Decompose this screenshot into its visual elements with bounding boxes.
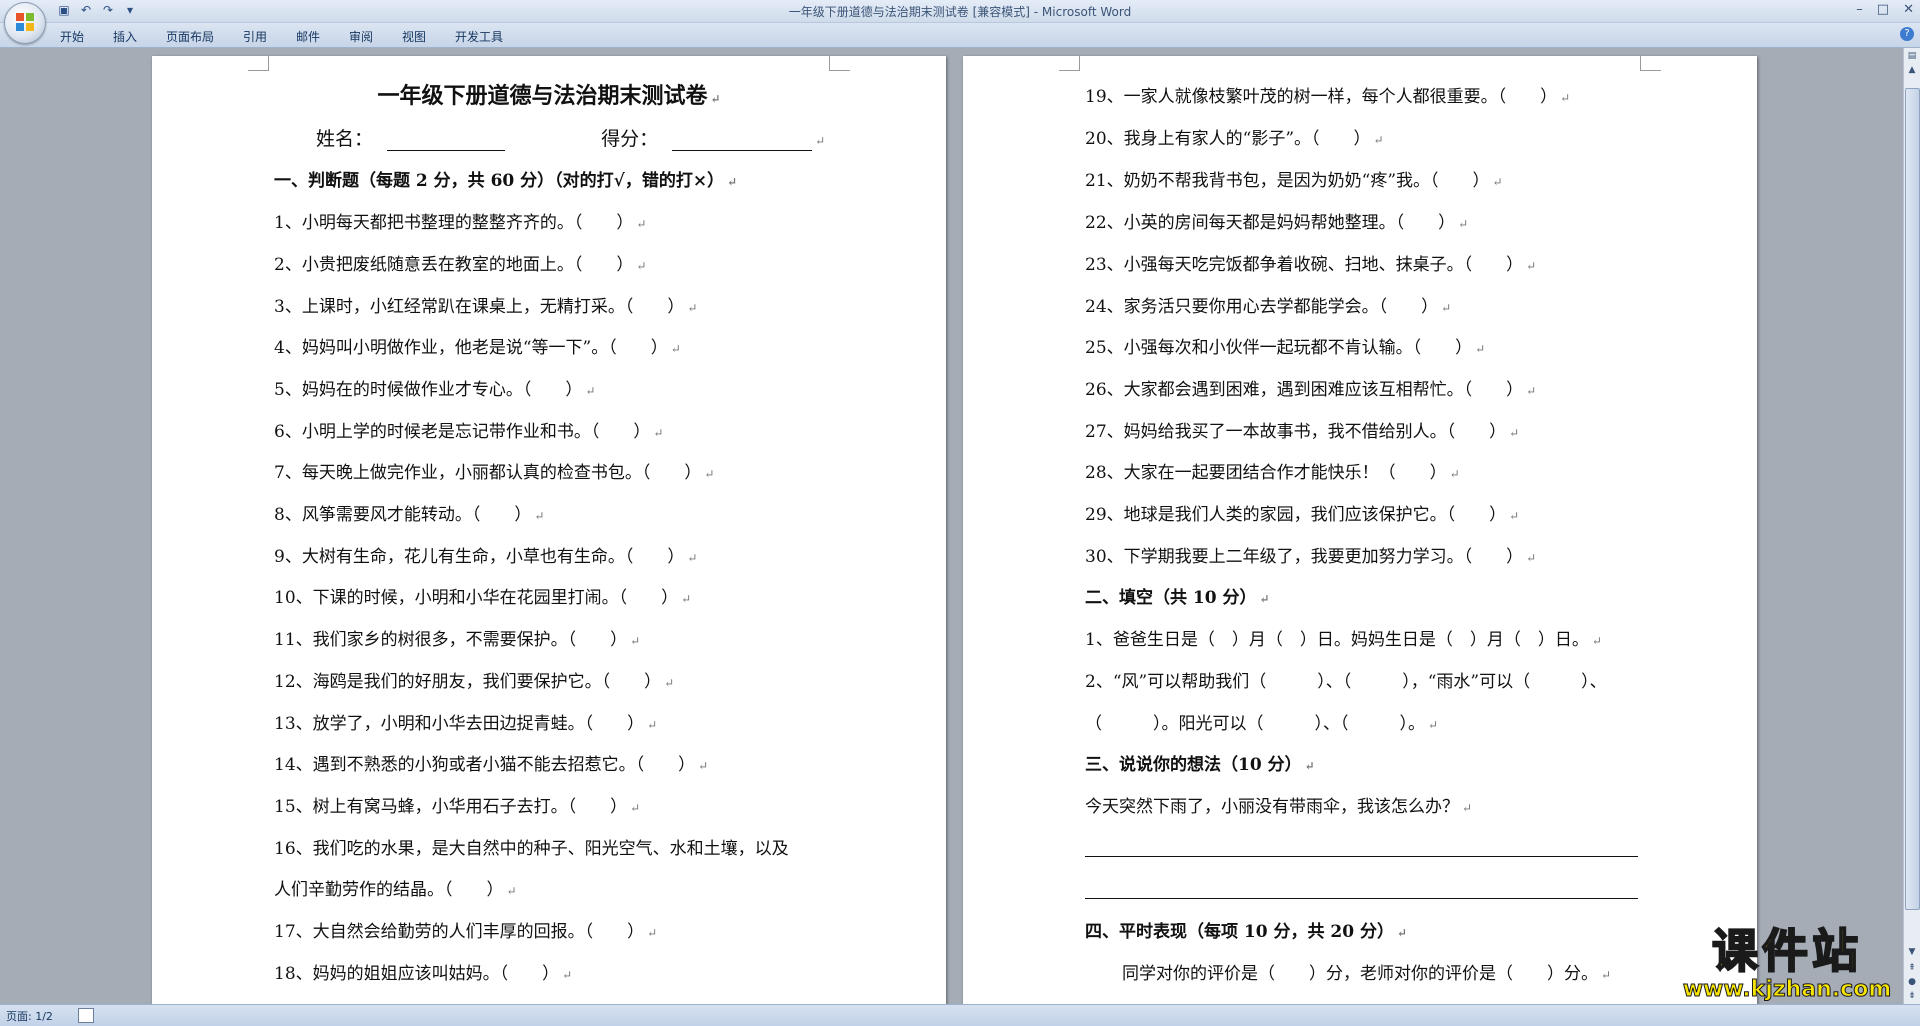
tab-review[interactable]: 审阅 <box>349 28 373 45</box>
question-item: 8、风筝需要风才能转动。（ ） ↵ <box>274 505 545 525</box>
office-button[interactable] <box>4 2 46 44</box>
section2-heading: 二、填空（共 10 分） ↵ <box>1085 588 1270 608</box>
answer-line[interactable] <box>1085 898 1638 899</box>
question-prompt: 今天突然下雨了，小丽没有带雨伞，我该怎么办？ ↵ <box>1085 797 1473 817</box>
minimize-icon[interactable]: – <box>1856 2 1863 17</box>
question-item: 2、小贵把废纸随意丢在教室的地面上。（ ） ↵ <box>274 255 647 275</box>
tab-references[interactable]: 引用 <box>243 28 267 45</box>
section3-heading: 三、说说你的想法（10 分） ↵ <box>1085 755 1315 775</box>
margin-corner <box>1640 56 1661 71</box>
help-icon[interactable]: ? <box>1900 27 1914 41</box>
tab-insert[interactable]: 插入 <box>113 28 137 45</box>
section4-heading: 四、平时表现（每项 10 分，共 20 分） ↵ <box>1085 922 1408 942</box>
ruler-toggle-icon[interactable]: ▤ <box>1906 50 1918 62</box>
window-controls: – □ ✕ <box>1856 2 1914 17</box>
question-item: 12、海鸥是我们的好朋友，我们要保护它。（ ） ↵ <box>274 672 675 692</box>
question-item: 28、大家在一起要团结合作才能快乐！（ ） ↵ <box>1085 463 1460 483</box>
page-2[interactable]: 19、一家人就像枝繁叶茂的树一样，每个人都很重要。（ ） ↵ 20、我身上有家人的… <box>963 56 1757 1004</box>
maximize-icon[interactable]: □ <box>1877 2 1889 17</box>
macro-record-icon[interactable] <box>78 1008 94 1023</box>
previous-page-icon[interactable]: ⇞ <box>1906 962 1918 974</box>
answer-line[interactable] <box>1085 856 1638 857</box>
question-item: 7、每天晚上做完作业，小丽都认真的检查书包。（ ） ↵ <box>274 463 715 483</box>
question-item: 16、我们吃的水果，是大自然中的种子、阳光空气、水和土壤，以及 <box>274 839 789 859</box>
question-item: 29、地球是我们人类的家园，我们应该保护它。（ ） ↵ <box>1085 505 1520 525</box>
margin-corner <box>1059 56 1080 71</box>
question-item: 20、我身上有家人的“影子”。（ ） ↵ <box>1085 129 1384 149</box>
vertical-scrollbar[interactable]: ▤ ▲ ▼ ⇞ ● ⇟ <box>1903 48 1920 1004</box>
document-area: 一年级下册道德与法治期末测试卷 ↵ 姓名： 得分： ↵ 一、判断题（每题 2 分，… <box>0 48 1904 1004</box>
question-item: 15、树上有窝马蜂，小华用石子去打。（ ） ↵ <box>274 797 641 817</box>
question-item: 1、小明每天都把书整理的整整齐齐的。（ ） ↵ <box>274 213 647 233</box>
question-item: 21、奶奶不帮我背书包，是因为奶奶“疼”我。（ ） ↵ <box>1085 171 1503 191</box>
fill-item-continued: （ ）。阳光可以（ ）、（ ）。 ↵ <box>1085 714 1439 734</box>
next-page-icon[interactable]: ⇟ <box>1906 990 1918 1002</box>
watermark-url: www.kjzhan.com <box>1682 977 1892 1002</box>
close-icon[interactable]: ✕ <box>1903 2 1914 17</box>
score-label: 得分： <box>601 128 659 150</box>
browse-object-icon[interactable]: ● <box>1906 976 1918 988</box>
evaluation-line: 同学对你的评价是（ ）分，老师对你的评价是（ ）分。 ↵ <box>1122 964 1612 984</box>
question-item: 5、妈妈在的时候做作业才专心。（ ） ↵ <box>274 380 596 400</box>
fill-item: 2、“风”可以帮助我们（ ）、（ ），“雨水”可以（ ）、 <box>1085 672 1607 692</box>
document-title: 一年级下册道德与法治期末测试卷 ↵ <box>377 83 721 109</box>
tab-home[interactable]: 开始 <box>60 28 84 45</box>
score-blank[interactable] <box>672 132 813 151</box>
question-item: 18、妈妈的姐姐应该叫姑妈。（ ） ↵ <box>274 964 573 984</box>
ribbon-tabs: 开始 插入 页面布局 引用 邮件 审阅 视图 开发工具 ? <box>0 23 1920 48</box>
question-item: 22、小英的房间每天都是妈妈帮她整理。（ ） ↵ <box>1085 213 1469 233</box>
question-item: 6、小明上学的时候老是忘记带作业和书。（ ） ↵ <box>274 422 664 442</box>
page-indicator[interactable]: 页面: 1/2 <box>6 1008 53 1024</box>
scroll-up-icon[interactable]: ▲ <box>1906 64 1918 76</box>
question-item: 3、上课时，小红经常趴在课桌上，无精打采。（ ） ↵ <box>274 297 698 317</box>
question-item: 27、妈妈给我买了一本故事书，我不借给别人。（ ） ↵ <box>1085 422 1520 442</box>
tab-view[interactable]: 视图 <box>402 28 426 45</box>
question-item: 25、小强每次和小伙伴一起玩都不肯认输。（ ） ↵ <box>1085 338 1486 358</box>
tab-mailings[interactable]: 邮件 <box>296 28 320 45</box>
question-item: 4、妈妈叫小明做作业，他老是说“等一下”。（ ） ↵ <box>274 338 681 358</box>
question-item: 14、遇到不熟悉的小狗或者小猫不能去招惹它。（ ） ↵ <box>274 755 709 775</box>
question-item: 10、下课的时候，小明和小华在花园里打闹。（ ） ↵ <box>274 588 692 608</box>
fill-item: 1、爸爸生日是（ ）月（ ）日。妈妈生日是（ ）月（ ）日。 ↵ <box>1085 630 1602 650</box>
question-item: 17、大自然会给勤劳的人们丰厚的回报。（ ） ↵ <box>274 922 658 942</box>
question-item-continued: 人们辛勤劳作的结晶。（ ） ↵ <box>274 880 517 900</box>
question-item: 24、家务活只要你用心去学都能学会。（ ） ↵ <box>1085 297 1452 317</box>
title-bar: ▣ ↶ ↷ ▾ 一年级下册道德与法治期末测试卷 [兼容模式] - Microso… <box>0 0 1920 23</box>
window-title: 一年级下册道德与法治期末测试卷 [兼容模式] - Microsoft Word <box>788 5 1132 19</box>
name-blank[interactable] <box>387 132 506 151</box>
watermark-logo: 课件站 www.kjzhan.com <box>1672 923 1902 1006</box>
watermark-text: 课件站 <box>1711 923 1862 979</box>
section1-heading: 一、判断题（每题 2 分，共 60 分）（对的打√，错的打×） ↵ <box>274 171 738 191</box>
question-item: 26、大家都会遇到困难，遇到困难应该互相帮忙。（ ） ↵ <box>1085 380 1537 400</box>
name-score-line: 姓名： 得分： ↵ <box>316 128 826 151</box>
office-logo-icon <box>16 13 34 31</box>
question-item: 9、大树有生命，花儿有生命，小草也有生命。（ ） ↵ <box>274 547 698 567</box>
margin-corner <box>829 56 850 71</box>
question-item: 23、小强每天吃完饭都争着收碗、扫地、抹桌子。（ ） ↵ <box>1085 255 1537 275</box>
name-label: 姓名： <box>316 128 374 150</box>
tab-page-layout[interactable]: 页面布局 <box>166 28 214 45</box>
scroll-down-icon[interactable]: ▼ <box>1906 946 1918 958</box>
tab-developer[interactable]: 开发工具 <box>455 28 503 45</box>
question-item: 19、一家人就像枝繁叶茂的树一样，每个人都很重要。（ ） ↵ <box>1085 87 1571 107</box>
page-1[interactable]: 一年级下册道德与法治期末测试卷 ↵ 姓名： 得分： ↵ 一、判断题（每题 2 分，… <box>152 56 946 1004</box>
status-bar: 页面: 1/2 <box>0 1004 1920 1026</box>
margin-corner <box>248 56 269 71</box>
question-item: 11、我们家乡的树很多，不需要保护。（ ） ↵ <box>274 630 641 650</box>
question-item: 30、下学期我要上二年级了，我要更加努力学习。（ ） ↵ <box>1085 547 1537 567</box>
scroll-thumb[interactable] <box>1905 88 1920 910</box>
question-item: 13、放学了，小明和小华去田边捉青蛙。（ ） ↵ <box>274 714 658 734</box>
